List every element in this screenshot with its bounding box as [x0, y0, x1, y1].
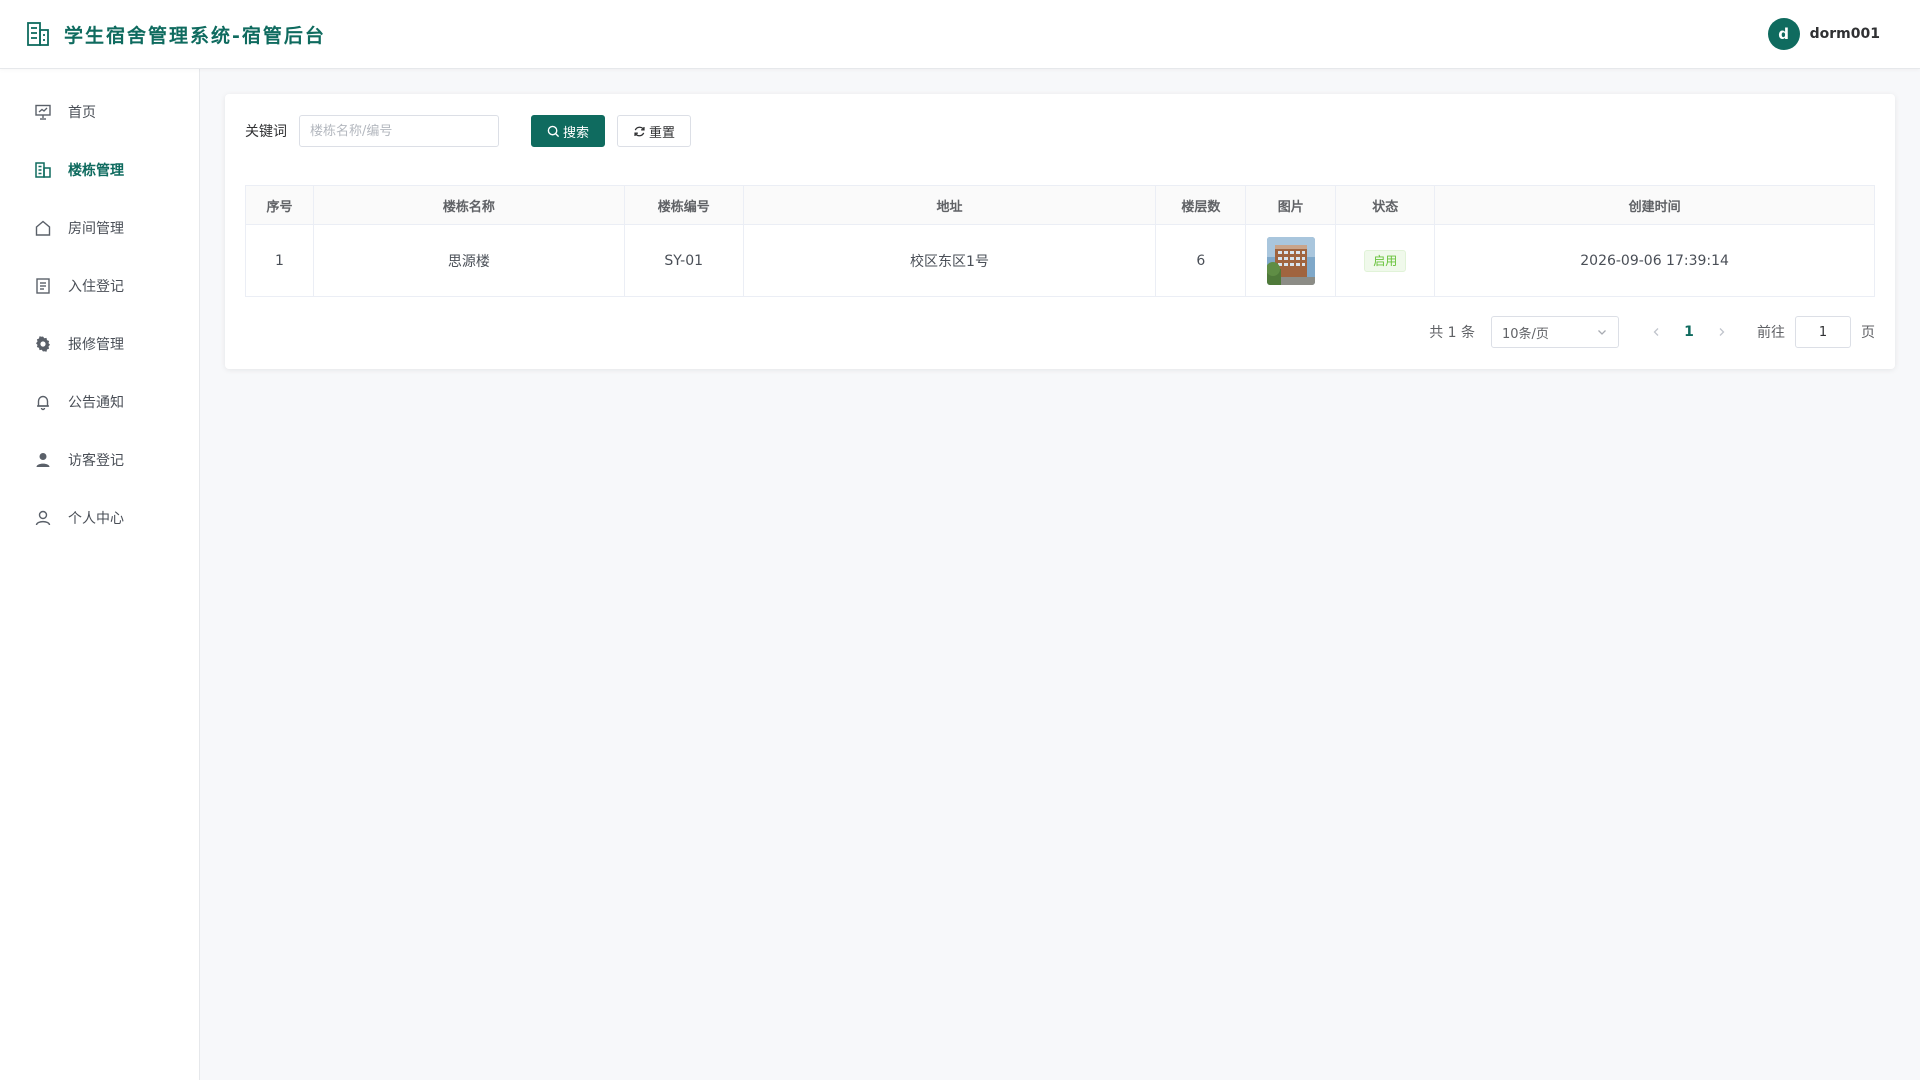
document-icon — [34, 277, 52, 295]
sidebar-item-label: 公告通知 — [68, 395, 124, 411]
goto-label: 前往 — [1757, 325, 1785, 341]
search-icon — [547, 125, 560, 137]
sidebar-item-checkin[interactable]: 入住登记 — [0, 257, 199, 315]
goto-page-input[interactable] — [1795, 316, 1851, 348]
building-list-card: 关键词 搜索 重置 — [225, 94, 1895, 369]
user-menu[interactable]: d dorm001 — [1767, 18, 1880, 50]
cell-floors: 6 — [1155, 224, 1247, 297]
cell-building-name: 思源楼 — [312, 224, 625, 297]
cell-created-time: 2026-09-06 17:39:14 — [1434, 224, 1875, 297]
column-header: 楼栋编号 — [623, 185, 744, 225]
table-header-row: 序号 楼栋名称 楼栋编号 地址 楼层数 图片 状态 创建时间 — [245, 185, 1875, 225]
sidebar-item-profile[interactable]: 个人中心 — [0, 489, 199, 547]
building-thumbnail[interactable] — [1266, 236, 1315, 285]
column-header: 序号 — [245, 185, 314, 225]
keyword-input[interactable] — [299, 115, 499, 147]
sidebar-item-label: 首页 — [68, 105, 96, 121]
goto-suffix: 页 — [1861, 325, 1875, 341]
column-header: 楼栋名称 — [312, 185, 625, 225]
sidebar-item-label: 入住登记 — [68, 279, 124, 295]
pagination: 共 1 条 10条/页 1 前往 页 — [1429, 316, 1875, 348]
keyword-label: 关键词 — [245, 124, 287, 140]
sidebar-item-repairs[interactable]: 报修管理 — [0, 315, 199, 373]
sidebar-item-rooms[interactable]: 房间管理 — [0, 199, 199, 257]
building-icon — [34, 161, 52, 179]
user-filled-icon — [34, 451, 52, 469]
building-icon — [26, 21, 50, 47]
chevron-right-icon — [1719, 328, 1725, 336]
cell-address: 校区东区1号 — [742, 224, 1157, 297]
house-icon — [34, 219, 52, 237]
sidebar-item-label: 房间管理 — [68, 221, 124, 237]
column-header: 状态 — [1335, 185, 1436, 225]
column-header: 图片 — [1245, 185, 1337, 225]
page-size-value: 10条/页 — [1502, 326, 1549, 342]
avatar[interactable]: d — [1767, 18, 1800, 50]
column-header: 创建时间 — [1434, 185, 1875, 225]
sidebar-item-notices[interactable]: 公告通知 — [0, 373, 199, 431]
chevron-down-icon — [1598, 330, 1606, 335]
page-number-current[interactable]: 1 — [1671, 324, 1707, 340]
prev-page-button[interactable] — [1641, 326, 1671, 338]
sidebar-item-label: 个人中心 — [68, 511, 124, 527]
bell-icon — [34, 393, 52, 411]
status-badge: 启用 — [1364, 249, 1407, 272]
total-count: 共 1 条 — [1429, 325, 1475, 341]
search-bar: 关键词 搜索 重置 — [245, 115, 1875, 147]
cell-status: 启用 — [1335, 224, 1436, 297]
brand: 学生宿舍管理系统-宿管后台 — [26, 21, 326, 48]
refresh-icon — [634, 126, 645, 136]
sidebar: 首页 楼栋管理 房间管理 入住登记 报修管理 公告通知 访客登记 个人中心 — [0, 69, 200, 1080]
sidebar-item-buildings[interactable]: 楼栋管理 — [0, 141, 199, 199]
top-header: 学生宿舍管理系统-宿管后台 d dorm001 — [0, 0, 1920, 69]
sidebar-item-label: 报修管理 — [68, 337, 124, 353]
user-outline-icon — [34, 509, 52, 527]
presentation-icon — [34, 103, 52, 121]
search-button-label: 搜索 — [562, 125, 589, 141]
app-title: 学生宿舍管理系统-宿管后台 — [64, 24, 326, 47]
sidebar-item-label: 访客登记 — [68, 453, 124, 469]
sidebar-item-label: 楼栋管理 — [68, 163, 124, 179]
gear-icon — [34, 335, 52, 353]
page-size-select[interactable]: 10条/页 — [1491, 316, 1619, 348]
next-page-button[interactable] — [1707, 326, 1737, 338]
chevron-left-icon — [1653, 328, 1659, 336]
reset-button[interactable]: 重置 — [617, 115, 691, 147]
table-row[interactable]: 1 思源楼 SY-01 校区东区1号 6 启用 2026-09-06 17:39… — [245, 224, 1875, 297]
building-table: 序号 楼栋名称 楼栋编号 地址 楼层数 图片 状态 创建时间 1 思源楼 SY-… — [245, 185, 1875, 297]
column-header: 地址 — [742, 185, 1157, 225]
cell-index: 1 — [245, 224, 314, 297]
sidebar-item-visitors[interactable]: 访客登记 — [0, 431, 199, 489]
cell-image — [1245, 224, 1337, 297]
username[interactable]: dorm001 — [1810, 26, 1880, 42]
search-button[interactable]: 搜索 — [531, 115, 605, 147]
column-header: 楼层数 — [1155, 185, 1247, 225]
cell-building-code: SY-01 — [623, 224, 744, 297]
sidebar-item-home[interactable]: 首页 — [0, 83, 199, 141]
reset-button-label: 重置 — [648, 125, 675, 141]
